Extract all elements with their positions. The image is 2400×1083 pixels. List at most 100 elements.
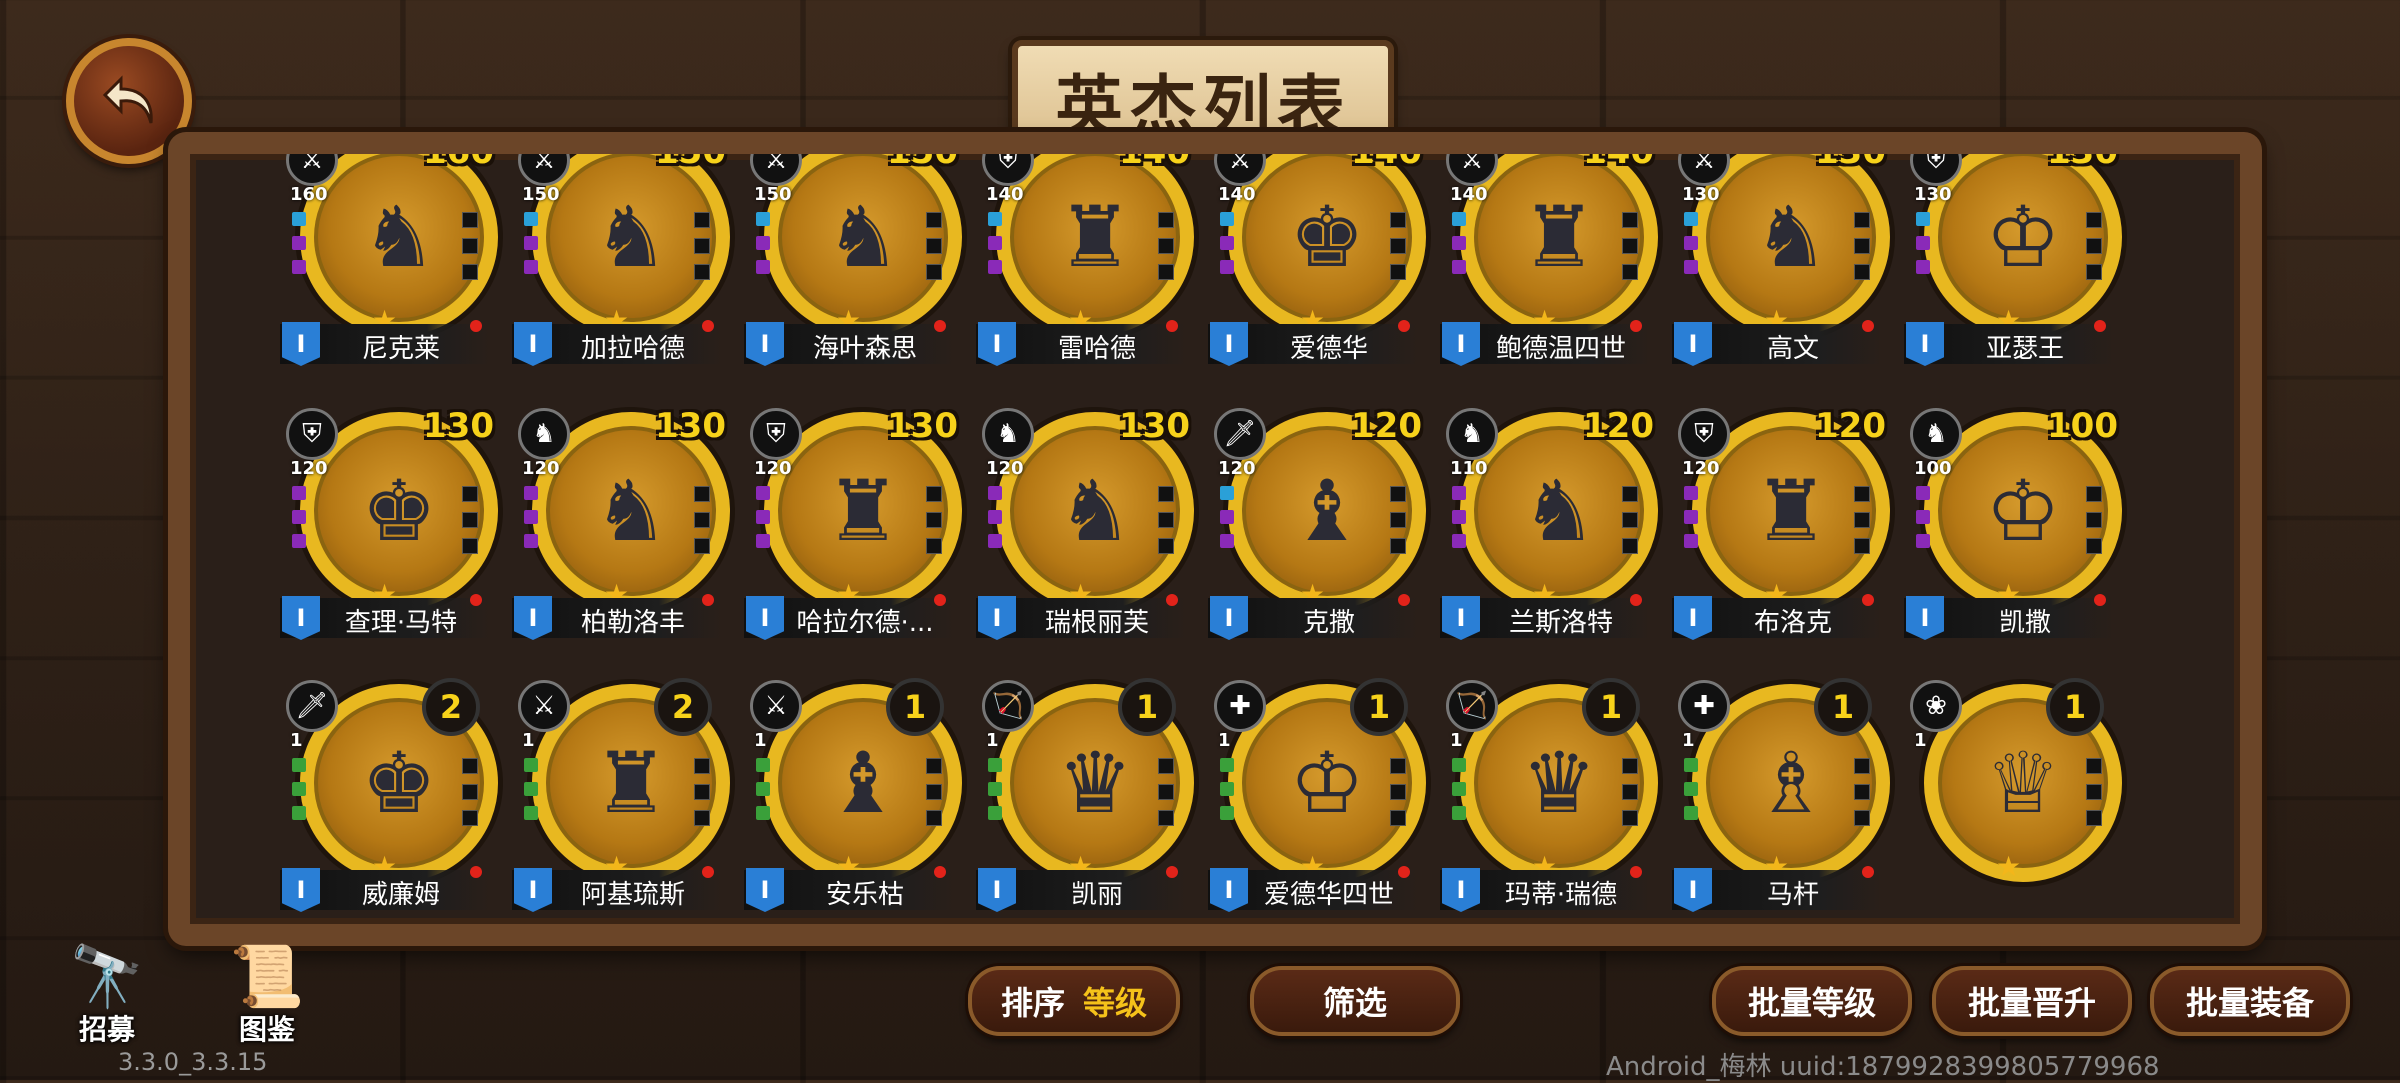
- hero-class-icon: ⛨: [982, 154, 1034, 186]
- hero-name: 海叶森思: [812, 334, 917, 364]
- hero-card[interactable]: ♞ 120 ♞ 110 ★ Ⅰ 兰斯洛特: [1440, 406, 1658, 672]
- gem-slot: [1220, 806, 1234, 820]
- hero-card[interactable]: ♕ 1 ❀ 1 ★: [1904, 678, 2122, 924]
- hero-level: 130: [655, 406, 726, 446]
- equip-slot: [1158, 758, 1174, 774]
- gem-slot: [292, 534, 306, 548]
- equip-slots: [926, 212, 942, 290]
- gem-slot: [988, 510, 1002, 524]
- hero-card[interactable]: ♝ 1 ⚔ 1 ★ Ⅰ 安乐枯: [744, 678, 962, 924]
- gem-slot: [988, 486, 1002, 500]
- equip-slot: [1390, 810, 1406, 826]
- hero-card[interactable]: ♜ 2 ⚔ 1 ★ Ⅰ 阿基琉斯: [512, 678, 730, 924]
- hero-card[interactable]: ♜ 130 ⛨ 120 ★ Ⅰ 哈拉尔德·...: [744, 406, 962, 672]
- hero-name-bar: Ⅰ 哈拉尔德·...: [744, 594, 954, 640]
- hero-name: 加拉哈德: [580, 334, 685, 364]
- rank-badge-icon: Ⅰ: [282, 868, 320, 912]
- hero-card[interactable]: ♔ 1 ✚ 1 ★ Ⅰ 爱德华四世: [1208, 678, 1426, 924]
- gem-column: [1220, 212, 1234, 284]
- rank-badge-icon: Ⅰ: [282, 322, 320, 366]
- rank-badge-icon: Ⅰ: [282, 596, 320, 640]
- hero-figure-icon: ♛: [1521, 734, 1597, 832]
- hero-card[interactable]: ♞ 130 ♞ 120 ★ Ⅰ 柏勒洛丰: [512, 406, 730, 672]
- hero-figure-icon: ♔: [1985, 462, 2061, 560]
- sort-button[interactable]: 排序 等级: [968, 966, 1180, 1036]
- hero-card[interactable]: ♚ 130 ⛨ 120 ★ Ⅰ 查理·马特: [280, 406, 498, 672]
- codex-button[interactable]: 📜 图鉴: [212, 938, 322, 1048]
- equip-slot: [694, 538, 710, 554]
- equip-slot: [1158, 512, 1174, 528]
- hero-card[interactable]: ♜ 140 ⚔ 140 ★ Ⅰ 鲍德温四世: [1440, 154, 1658, 398]
- hero-card[interactable]: ♛ 1 🏹 1 ★ Ⅰ 凯丽: [976, 678, 1194, 924]
- gem-slot: [292, 782, 306, 796]
- equip-slot: [462, 512, 478, 528]
- hero-card[interactable]: ♛ 1 🏹 1 ★ Ⅰ 玛蒂·瑞德: [1440, 678, 1658, 924]
- codex-label: 图鉴: [238, 1013, 295, 1046]
- equip-slots: [2086, 486, 2102, 564]
- gem-slot: [524, 486, 538, 500]
- gem-slot: [1916, 260, 1930, 274]
- hero-level-badge: 1: [886, 678, 944, 736]
- gem-slot: [756, 510, 770, 524]
- recruit-button[interactable]: 🔭 招募: [52, 938, 162, 1048]
- equip-slot: [1622, 810, 1638, 826]
- gem-column: [988, 486, 1002, 558]
- rank-badge-icon: Ⅰ: [1210, 596, 1248, 640]
- notification-dot: [1398, 866, 1410, 878]
- gem-column: [524, 486, 538, 558]
- hero-figure-icon: ♔: [1289, 734, 1365, 832]
- hero-figure-icon: ♕: [1985, 734, 2061, 832]
- hero-card[interactable]: ♞ 130 ⚔ 130 ★ Ⅰ 高文: [1672, 154, 1890, 398]
- rank-badge-icon: Ⅰ: [1906, 322, 1944, 366]
- hero-card[interactable]: ♞ 130 ♞ 120 ★ Ⅰ 瑞根丽芙: [976, 406, 1194, 672]
- gem-slot: [1684, 806, 1698, 820]
- gem-column: [292, 486, 306, 558]
- batch-level-button[interactable]: 批量等级: [1712, 966, 1912, 1036]
- gem-slot: [988, 260, 1002, 274]
- gem-column: [1452, 486, 1466, 558]
- hero-name-bar: Ⅰ 安乐枯: [744, 866, 954, 912]
- equip-slot: [1158, 784, 1174, 800]
- filter-button[interactable]: 筛选: [1250, 966, 1460, 1036]
- hero-card[interactable]: ♗ 1 ✚ 1 ★ Ⅰ 马杆: [1672, 678, 1890, 924]
- hero-figure-icon: ♞: [1521, 462, 1597, 560]
- notification-dot: [1862, 866, 1874, 878]
- hero-list-board[interactable]: ♞ 160 ⚔ 160 ★ Ⅰ 尼克莱 ♞ 150 ⚔ 150 ★ Ⅰ 加拉哈德 ♞ 150 ⚔ 150 ★ Ⅰ 海叶森…: [168, 132, 2262, 946]
- hero-name-bar: Ⅰ 玛蒂·瑞德: [1440, 866, 1650, 912]
- rank-badge-icon: Ⅰ: [1674, 868, 1712, 912]
- equip-slot: [1622, 512, 1638, 528]
- rank-badge-icon: Ⅰ: [1442, 868, 1480, 912]
- batch-promote-button[interactable]: 批量晋升: [1932, 966, 2132, 1036]
- equip-slot: [1854, 758, 1870, 774]
- hero-card[interactable]: ♞ 150 ⚔ 150 ★ Ⅰ 加拉哈德: [512, 154, 730, 398]
- hero-level: 100: [2047, 406, 2118, 446]
- hero-card[interactable]: ♔ 100 ♞ 100 ★ Ⅰ 凯撒: [1904, 406, 2122, 672]
- rank-badge-icon: Ⅰ: [746, 596, 784, 640]
- gem-column: [1220, 758, 1234, 830]
- rank-badge-icon: Ⅰ: [746, 868, 784, 912]
- hero-card[interactable]: ♝ 120 🗡 120 ★ Ⅰ 克撒: [1208, 406, 1426, 672]
- hero-card[interactable]: ♚ 140 ⚔ 140 ★ Ⅰ 爱德华: [1208, 154, 1426, 398]
- batch-equip-button[interactable]: 批量装备: [2150, 966, 2350, 1036]
- hero-card[interactable]: ♞ 150 ⚔ 150 ★ Ⅰ 海叶森思: [744, 154, 962, 398]
- gem-slot: [292, 510, 306, 524]
- hero-card[interactable]: ♜ 120 ⛨ 120 ★ Ⅰ 布洛克: [1672, 406, 1890, 672]
- notification-dot: [1862, 320, 1874, 332]
- hero-name-bar: Ⅰ 查理·马特: [280, 594, 490, 640]
- version-text: 3.3.0_3.3.15: [118, 1048, 268, 1076]
- equip-slot: [2086, 238, 2102, 254]
- hero-name: 鲍德温四世: [1495, 334, 1626, 364]
- equip-slots: [1622, 212, 1638, 290]
- back-arrow-icon: [102, 75, 153, 124]
- hero-card[interactable]: ♜ 140 ⛨ 140 ★ Ⅰ 雷哈德: [976, 154, 1194, 398]
- hero-figure-icon: ♔: [1985, 188, 2061, 286]
- gem-slot: [988, 212, 1002, 226]
- hero-sub-level: 1: [1914, 730, 1927, 751]
- notification-dot: [470, 594, 482, 606]
- hero-card[interactable]: ♔ 130 ⛨ 130 ★ Ⅰ 亚瑟王: [1904, 154, 2122, 398]
- equip-slot: [1390, 784, 1406, 800]
- equip-slot: [1854, 212, 1870, 228]
- equip-slots: [2086, 212, 2102, 290]
- hero-card[interactable]: ♞ 160 ⚔ 160 ★ Ⅰ 尼克莱: [280, 154, 498, 398]
- hero-card[interactable]: ♚ 2 🗡 1 ★ Ⅰ 威廉姆: [280, 678, 498, 924]
